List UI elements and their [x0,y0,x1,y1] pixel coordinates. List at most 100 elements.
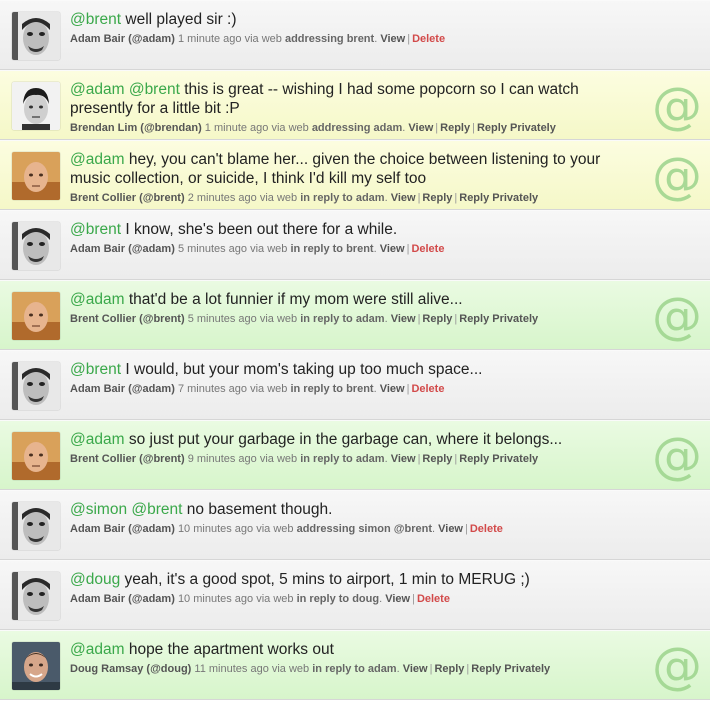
timestamp: 10 minutes ago via web [177,593,294,605]
mention-link[interactable]: @brent [129,81,180,98]
delete-link[interactable]: Delete [411,243,444,255]
reply-context[interactable]: in reply to adam [312,663,396,675]
tweet-text-fragment: so just put your garbage in the garbage … [124,431,563,448]
reply-privately-link[interactable]: Reply Privately [477,122,556,134]
reply-context[interactable]: in reply to doug [297,593,380,605]
author-name[interactable]: Brendan Lim (@brendan) [70,122,202,134]
view-link[interactable]: View [438,523,463,535]
reply-link[interactable]: Reply [434,663,464,675]
author-name[interactable]: Doug Ramsay (@doug) [70,663,191,675]
mention-link[interactable]: @adam [70,81,125,98]
tweet-content: @simon @brent no basement though. Adam Ba… [70,500,640,536]
tweet-text: @adam that'd be a lot funnier if my mom … [70,290,640,309]
reply-context[interactable]: in reply to brent [290,383,373,395]
view-link[interactable]: View [408,122,433,134]
author-name[interactable]: Brent Collier (@brent) [70,192,185,204]
mention-link[interactable]: @simon [70,501,127,518]
view-link[interactable]: View [380,243,405,255]
tweet-text: @adam so just put your garbage in the ga… [70,430,640,449]
reply-privately-link[interactable]: Reply Privately [459,313,538,325]
reply-link[interactable]: Reply [422,313,452,325]
avatar[interactable] [12,642,60,690]
delete-link[interactable]: Delete [417,593,450,605]
tweet-meta: Brent Collier (@brent) 5 minutes ago via… [70,313,539,325]
mention-link[interactable]: @brent [70,11,121,28]
tweet-text: @adam hope the apartment works out [70,640,640,659]
author-name[interactable]: Adam Bair (@adam) [70,523,175,535]
avatar[interactable] [12,362,60,410]
view-link[interactable]: View [391,453,416,465]
avatar[interactable] [12,222,60,270]
view-link[interactable]: View [385,593,410,605]
reply-context[interactable]: in reply to adam [300,453,384,465]
view-link[interactable]: View [380,383,405,395]
author-name[interactable]: Brent Collier (@brent) [70,313,185,325]
mention-link[interactable]: @doug [70,571,120,588]
tweet-meta: Brendan Lim (@brendan) 1 minute ago via … [70,122,556,134]
mention-link[interactable]: @adam [70,641,125,658]
timestamp: 7 minutes ago via web [177,383,288,395]
view-link[interactable]: View [380,33,405,45]
author-name[interactable]: Adam Bair (@adam) [70,383,175,395]
avatar[interactable] [12,82,60,130]
reply-link[interactable]: Reply [422,453,452,465]
reply-link[interactable]: Reply [440,122,470,134]
author-name[interactable]: Brent Collier (@brent) [70,453,185,465]
reply-context[interactable]: addressing brent [285,33,374,45]
reply-privately-link[interactable]: Reply Privately [459,192,538,204]
separator: | [412,593,415,605]
tweet-row: @adam that'd be a lot funnier if my mom … [0,280,710,350]
reply-context[interactable]: addressing adam [312,122,402,134]
avatar[interactable] [12,152,60,200]
timestamp: 5 minutes ago via web [187,313,298,325]
mention-link[interactable]: @brent [70,361,121,378]
author-name[interactable]: Adam Bair (@adam) [70,243,175,255]
mention-link[interactable]: @brent [131,501,182,518]
reply-context[interactable]: in reply to adam [300,192,384,204]
timestamp: 10 minutes ago via web [177,523,294,535]
tweet-row: @adam @brent this is great -- wishing I … [0,70,710,140]
avatar[interactable] [12,502,60,550]
avatar[interactable] [12,432,60,480]
delete-link[interactable]: Delete [412,33,445,45]
at-mention-icon: @ [652,637,702,695]
tweet-content: @adam that'd be a lot funnier if my mom … [70,290,640,326]
view-link[interactable]: View [403,663,428,675]
tweet-content: @adam @brent this is great -- wishing I … [70,80,640,135]
author-name[interactable]: Adam Bair (@adam) [70,593,175,605]
delete-link[interactable]: Delete [411,383,444,395]
avatar[interactable] [12,572,60,620]
tweet-row: @simon @brent no basement though. Adam Ba… [0,490,710,560]
mention-link[interactable]: @adam [70,291,125,308]
reply-context[interactable]: addressing simon @brent [297,523,432,535]
tweet-row: @brent I know, she's been out there for … [0,210,710,280]
author-name[interactable]: Adam Bair (@adam) [70,33,175,45]
tweet-text-fragment: no basement though. [182,501,333,518]
tweet-row: @adam so just put your garbage in the ga… [0,420,710,490]
tweet-content: @adam hope the apartment works out Doug R… [70,640,640,676]
avatar[interactable] [12,292,60,340]
timestamp: 11 minutes ago via web [194,663,310,675]
tweet-text-fragment: hey, you can't blame her... given the ch… [70,151,601,187]
tweet-text-fragment: that'd be a lot funnier if my mom were s… [124,291,463,308]
tweet-meta: Adam Bair (@adam) 1 minute ago via web a… [70,33,446,45]
delete-link[interactable]: Delete [470,523,503,535]
tweet-text-fragment: well played sir :) [121,11,237,28]
reply-privately-link[interactable]: Reply Privately [471,663,550,675]
tweet-text: @adam hey, you can't blame her... given … [70,150,640,188]
reply-context[interactable]: in reply to adam [300,313,384,325]
tweet-content: @brent well played sir :) Adam Bair (@ada… [70,10,640,46]
tweet-meta: Adam Bair (@adam) 10 minutes ago via web… [70,523,503,535]
view-link[interactable]: View [391,313,416,325]
tweet-meta: Brent Collier (@brent) 2 minutes ago via… [70,192,539,204]
reply-link[interactable]: Reply [422,192,452,204]
tweet-content: @brent I would, but your mom's taking up… [70,360,640,396]
mention-link[interactable]: @adam [70,431,125,448]
mention-link[interactable]: @adam [70,151,125,168]
reply-privately-link[interactable]: Reply Privately [459,453,538,465]
view-link[interactable]: View [391,192,416,204]
reply-context[interactable]: in reply to brent [290,243,373,255]
avatar[interactable] [12,12,60,60]
mention-link[interactable]: @brent [70,221,121,238]
tweet-text-fragment: hope the apartment works out [124,641,334,658]
